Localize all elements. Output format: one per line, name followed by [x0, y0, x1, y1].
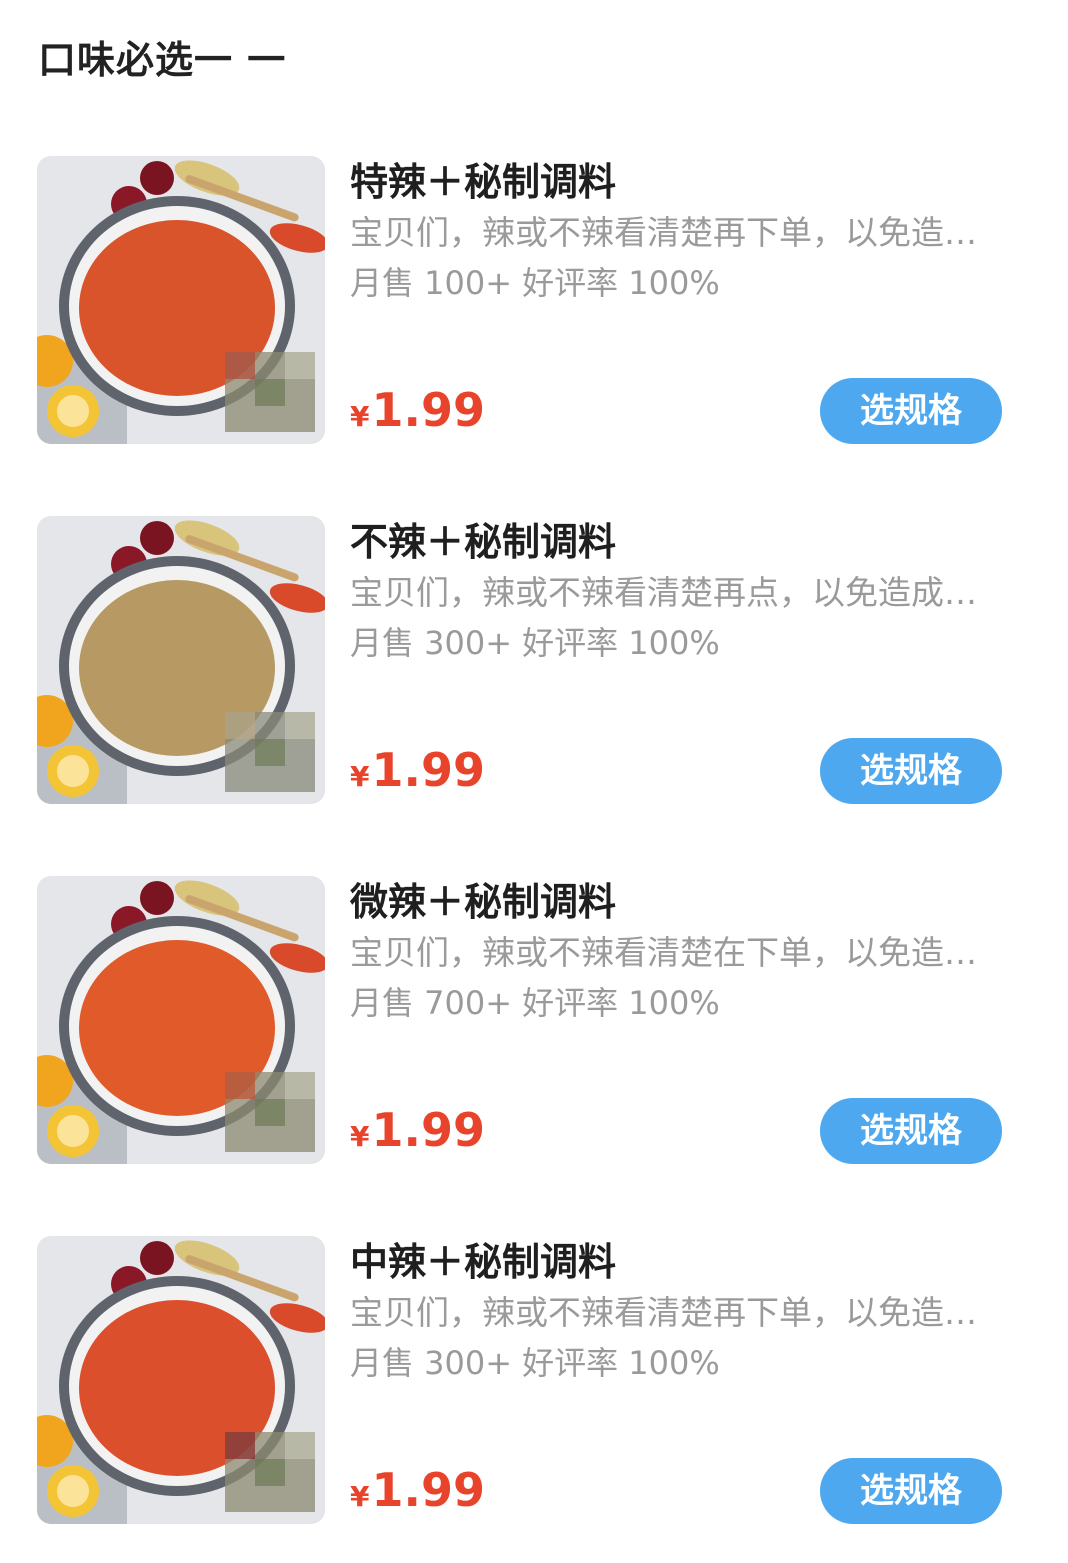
rating: 好评率 100%: [522, 624, 720, 662]
product-list-page: 口味必选一 一 特辣＋秘制调料 宝贝们，辣或不辣看清楚再下单，以免造成误会 月售…: [0, 0, 1068, 1563]
product-item[interactable]: 特辣＋秘制调料 宝贝们，辣或不辣看清楚再下单，以免造成误会 月售 100+ 好评率…: [0, 156, 1068, 456]
monthly-sales: 月售 100+: [350, 264, 513, 302]
product-stats: 月售 100+ 好评率 100%: [350, 260, 730, 306]
product-description: 宝贝们，辣或不辣看清楚再点，以免造成误会: [350, 573, 1000, 612]
rating: 好评率 100%: [522, 1344, 720, 1382]
monthly-sales: 月售 300+: [350, 1344, 513, 1382]
product-name: 微辣＋秘制调料: [350, 880, 617, 924]
section-title: 口味必选一 一: [38, 38, 287, 82]
product-name: 特辣＋秘制调料: [350, 160, 617, 204]
chili-powder-bowl-image: [37, 156, 325, 444]
product-image[interactable]: [37, 516, 325, 804]
currency-symbol: ¥: [350, 400, 370, 433]
spice-powder-bowl-image: [37, 516, 325, 804]
monthly-sales: 月售 700+: [350, 984, 513, 1022]
chili-powder-bowl-image: [37, 1236, 325, 1524]
product-description: 宝贝们，辣或不辣看清楚在下单，以免造成误会: [350, 933, 1000, 972]
product-stats: 月售 300+ 好评率 100%: [350, 620, 730, 666]
monthly-sales: 月售 300+: [350, 624, 513, 662]
select-spec-button[interactable]: 选规格: [820, 1458, 1002, 1524]
product-image[interactable]: [37, 156, 325, 444]
select-spec-button[interactable]: 选规格: [820, 1098, 1002, 1164]
product-stats: 月售 700+ 好评率 100%: [350, 980, 730, 1026]
product-image[interactable]: [37, 876, 325, 1164]
currency-symbol: ¥: [350, 1120, 370, 1153]
product-item[interactable]: 不辣＋秘制调料 宝贝们，辣或不辣看清楚再点，以免造成误会 月售 300+ 好评率 …: [0, 516, 1068, 816]
chili-powder-bowl-image: [37, 876, 325, 1164]
currency-symbol: ¥: [350, 1480, 370, 1513]
product-stats: 月售 300+ 好评率 100%: [350, 1340, 730, 1386]
product-item[interactable]: 中辣＋秘制调料 宝贝们，辣或不辣看清楚再下单，以免造成误会 月售 300+ 好评率…: [0, 1236, 1068, 1536]
select-spec-button[interactable]: 选规格: [820, 378, 1002, 444]
price-value: 1.99: [371, 383, 485, 437]
product-description: 宝贝们，辣或不辣看清楚再下单，以免造成误会: [350, 1293, 1000, 1332]
rating: 好评率 100%: [522, 984, 720, 1022]
rating: 好评率 100%: [522, 264, 720, 302]
product-name: 不辣＋秘制调料: [350, 520, 617, 564]
product-price: ¥1.99: [350, 1460, 485, 1531]
currency-symbol: ¥: [350, 760, 370, 793]
price-value: 1.99: [371, 1463, 485, 1517]
product-price: ¥1.99: [350, 1100, 485, 1171]
product-item[interactable]: 微辣＋秘制调料 宝贝们，辣或不辣看清楚在下单，以免造成误会 月售 700+ 好评率…: [0, 876, 1068, 1176]
product-name: 中辣＋秘制调料: [350, 1240, 617, 1284]
select-spec-button[interactable]: 选规格: [820, 738, 1002, 804]
price-value: 1.99: [371, 1103, 485, 1157]
product-price: ¥1.99: [350, 740, 485, 811]
product-description: 宝贝们，辣或不辣看清楚再下单，以免造成误会: [350, 213, 1000, 252]
product-price: ¥1.99: [350, 380, 485, 451]
product-image[interactable]: [37, 1236, 325, 1524]
price-value: 1.99: [371, 743, 485, 797]
